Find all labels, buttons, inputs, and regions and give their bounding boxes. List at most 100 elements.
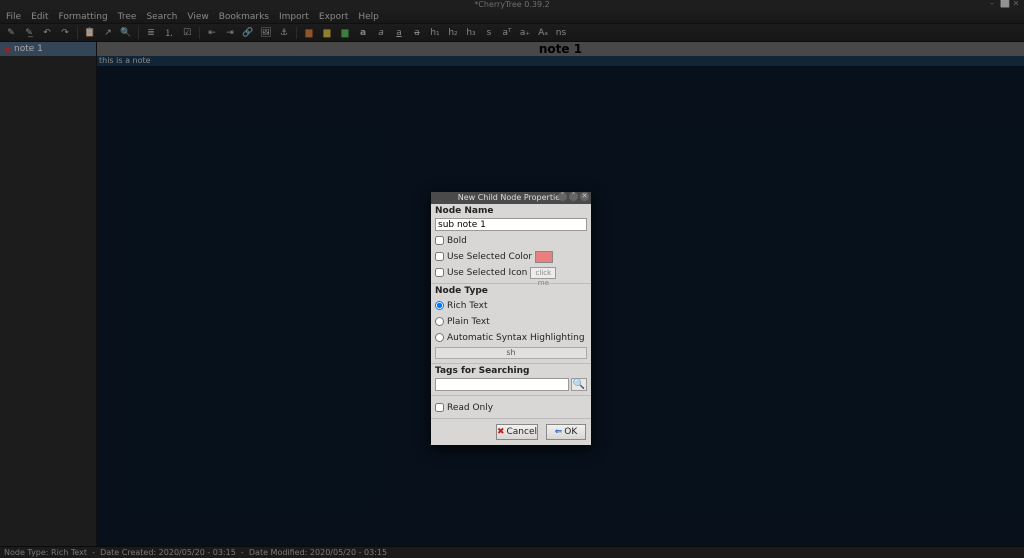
cancel-label: Cancel <box>507 427 538 437</box>
section-tags: Tags for Searching 🔍 <box>431 364 591 396</box>
rich-text-label: Rich Text <box>447 301 487 311</box>
auto-syntax-radio[interactable] <box>435 333 444 342</box>
menu-export[interactable]: Export <box>319 10 348 23</box>
cherry-icon: ● <box>4 45 11 54</box>
dialog-close-icon[interactable]: ✕ <box>580 192 589 201</box>
indent-left-icon[interactable]: ⇤ <box>206 27 218 39</box>
use-color-label: Use Selected Color <box>447 252 532 262</box>
redo-icon[interactable]: ↷ <box>59 27 71 39</box>
h3-icon[interactable]: h₃ <box>465 27 477 39</box>
window-title: *CherryTree 0.39.2 <box>474 0 549 9</box>
window-titlebar: *CherryTree 0.39.2 – ⬜ ✕ <box>0 0 1024 10</box>
use-icon-label: Use Selected Icon <box>447 268 527 278</box>
new-subnode-icon[interactable]: ✎̲ <box>23 27 35 39</box>
note-banner: this is a note <box>97 56 1024 66</box>
menu-import[interactable]: Import <box>279 10 309 23</box>
node-name-label: Node Name <box>435 206 587 216</box>
read-only-label: Read Only <box>447 403 493 413</box>
color-text-icon[interactable]: ▆ <box>321 27 333 39</box>
dialog-up-icon[interactable]: ˄ <box>569 192 578 201</box>
superscript-icon[interactable]: aᵀ <box>501 27 513 39</box>
tags-input[interactable] <box>435 378 569 391</box>
underline-a-icon[interactable]: a <box>393 27 405 39</box>
search-icon: 🔍 <box>573 379 585 390</box>
menu-file[interactable]: File <box>6 10 21 23</box>
status-nodetype-value: Rich Text <box>51 548 87 557</box>
tree-view[interactable]: ● note 1 <box>0 42 97 546</box>
plain-text-radio[interactable] <box>435 317 444 326</box>
dialog-roll-icon[interactable]: ˅ <box>558 192 567 201</box>
list-bullet-icon[interactable]: ≣ <box>145 27 157 39</box>
menu-search[interactable]: Search <box>146 10 177 23</box>
tags-search-button[interactable]: 🔍 <box>571 378 587 391</box>
dialog-title: New Child Node Properties <box>458 193 565 202</box>
highlight-icon[interactable]: ▆ <box>339 27 351 39</box>
menu-bookmarks[interactable]: Bookmarks <box>219 10 269 23</box>
status-modified-label: Date Modified: <box>249 548 308 557</box>
subscript-icon[interactable]: a₊ <box>519 27 531 39</box>
anchor-icon[interactable]: ⚓ <box>278 27 290 39</box>
toolbar-sep <box>77 27 78 39</box>
toolbar-sep <box>296 27 297 39</box>
italic-a-icon[interactable]: a <box>375 27 387 39</box>
cancel-icon: ✖ <box>497 427 505 437</box>
toolbar: ✎ ✎̲ ↶ ↷ 📋 ↗ 🔍 ≣ ⒈ ☑ ⇤ ⇥ 🔗 🖼 ⚓ ▆ ▆ ▆ a a… <box>0 24 1024 42</box>
ok-button[interactable]: ⇐ OK <box>546 424 586 440</box>
strike-a-icon[interactable]: a <box>411 27 423 39</box>
syntax-lang-dropdown[interactable]: sh <box>435 347 587 359</box>
paste-icon[interactable]: 📋 <box>84 27 96 39</box>
cursor-icon[interactable]: ↗ <box>102 27 114 39</box>
menu-formatting[interactable]: Formatting <box>59 10 108 23</box>
window-minimize-icon[interactable]: – <box>988 0 996 8</box>
small-s-icon[interactable]: s <box>483 27 495 39</box>
h2-icon[interactable]: h₂ <box>447 27 459 39</box>
menu-edit[interactable]: Edit <box>31 10 48 23</box>
new-node-icon[interactable]: ✎ <box>5 27 17 39</box>
image-icon[interactable]: 🖼 <box>260 27 272 39</box>
plain-text-label: Plain Text <box>447 317 490 327</box>
status-nodetype-label: Node Type: <box>4 548 49 557</box>
color-swatch[interactable] <box>535 251 553 263</box>
status-created-label: Date Created: <box>100 548 156 557</box>
section-readonly: Read Only <box>431 396 591 419</box>
node-name-input[interactable] <box>435 218 587 231</box>
menubar: File Edit Formatting Tree Search View Bo… <box>0 10 1024 24</box>
use-color-checkbox[interactable] <box>435 252 444 261</box>
window-close-icon[interactable]: ✕ <box>1012 0 1020 8</box>
menu-tree[interactable]: Tree <box>118 10 137 23</box>
bold-label: Bold <box>447 236 467 246</box>
color-fill-icon[interactable]: ▆ <box>303 27 315 39</box>
link-icon[interactable]: 🔗 <box>242 27 254 39</box>
rich-text-radio[interactable] <box>435 301 444 310</box>
indent-right-icon[interactable]: ⇥ <box>224 27 236 39</box>
auto-syntax-label: Automatic Syntax Highlighting <box>447 333 585 343</box>
new-child-node-dialog: New Child Node Properties ˅ ˄ ✕ Node Nam… <box>431 192 591 445</box>
zoom-icon[interactable]: 🔍 <box>120 27 132 39</box>
a-small-icon[interactable]: Aₐ <box>537 27 549 39</box>
bold-checkbox[interactable] <box>435 236 444 245</box>
dialog-titlebar[interactable]: New Child Node Properties ˅ ˄ ✕ <box>431 192 591 204</box>
tree-node-label: note 1 <box>14 44 43 54</box>
tree-node-selected[interactable]: ● note 1 <box>0 42 96 56</box>
menu-view[interactable]: View <box>187 10 208 23</box>
status-bar: Node Type: Rich Text - Date Created: 202… <box>0 546 1024 558</box>
read-only-checkbox[interactable] <box>435 403 444 412</box>
toolbar-sep <box>138 27 139 39</box>
ok-icon: ⇐ <box>555 427 563 437</box>
window-maximize-icon[interactable]: ⬜ <box>1000 0 1008 8</box>
node-type-label: Node Type <box>435 286 587 296</box>
menu-help[interactable]: Help <box>358 10 379 23</box>
cancel-button[interactable]: ✖ Cancel <box>496 424 538 440</box>
dialog-button-row: ✖ Cancel ⇐ OK <box>431 419 591 445</box>
toolbar-sep <box>199 27 200 39</box>
ns-icon[interactable]: ns <box>555 27 567 39</box>
undo-icon[interactable]: ↶ <box>41 27 53 39</box>
pick-icon-button[interactable]: click me <box>530 267 556 279</box>
status-modified-value: 2020/05/20 - 03:15 <box>310 548 387 557</box>
list-number-icon[interactable]: ⒈ <box>163 27 175 39</box>
list-check-icon[interactable]: ☑ <box>181 27 193 39</box>
bold-a-icon[interactable]: a <box>357 27 369 39</box>
h1-icon[interactable]: h₁ <box>429 27 441 39</box>
use-icon-checkbox[interactable] <box>435 268 444 277</box>
tags-label: Tags for Searching <box>435 366 587 376</box>
